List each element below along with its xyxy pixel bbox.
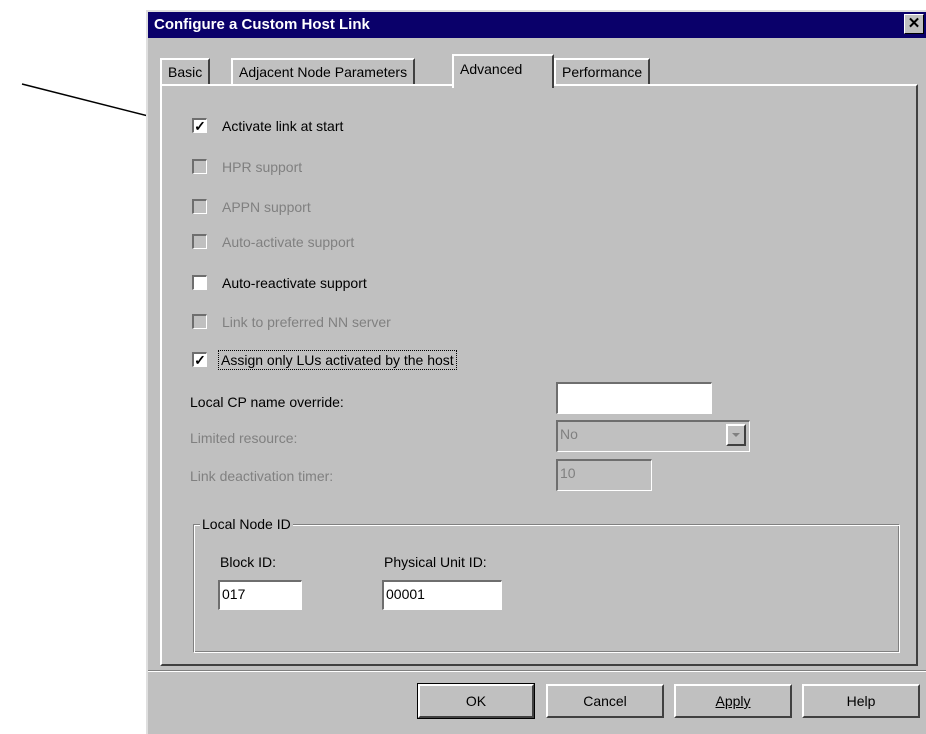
appn-support-checkbox[interactable] [192,199,207,214]
dialog-title: Configure a Custom Host Link [154,16,370,33]
cancel-button[interactable]: Cancel [546,684,664,718]
limited-resource-select[interactable]: No [556,420,750,452]
block-id-label: Block ID: [220,554,277,570]
appn-support-label: APPN support [222,199,311,215]
auto-reactivate-label: Auto-reactivate support [222,275,367,291]
chevron-down-icon [732,433,740,437]
button-separator [148,670,926,672]
activate-link-label: Activate link at start [222,118,344,134]
block-id-input[interactable]: 017 [218,580,302,610]
auto-reactivate-checkbox[interactable] [192,275,207,290]
assign-only-lus-label: Assign only LUs activated by the host [218,350,457,370]
physical-unit-id-label: Physical Unit ID: [384,554,487,570]
preferred-nn-server-label: Link to preferred NN server [222,314,391,330]
tab-basic[interactable]: Basic [160,58,211,84]
help-button[interactable]: Help [802,684,920,718]
tab-adjacent-node-parameters[interactable]: Adjacent Node Parameters [231,58,416,84]
link-deactivation-timer-input[interactable]: 10 [556,459,652,491]
physical-unit-id-input[interactable]: 00001 [382,580,502,610]
assign-only-lus-checkbox[interactable]: ✓ [192,352,207,367]
hpr-support-label: HPR support [222,159,303,175]
close-button[interactable]: ✕ [904,14,924,34]
local-node-id-legend: Local Node ID [200,516,293,532]
preferred-nn-server-checkbox[interactable] [192,314,207,329]
tab-advanced[interactable]: Advanced [452,54,554,88]
link-deactivation-timer-label: Link deactivation timer: [190,468,334,484]
activate-link-checkbox[interactable]: ✓ [192,118,207,133]
apply-button[interactable]: Apply [674,684,792,718]
tab-performance[interactable]: Performance [554,58,651,84]
limited-resource-label: Limited resource: [190,430,298,446]
auto-activate-checkbox[interactable] [192,234,207,249]
limited-resource-value: No [560,426,578,442]
dropdown-button[interactable] [726,424,746,446]
auto-activate-label: Auto-activate support [222,234,355,250]
local-cp-name-input[interactable] [556,382,712,414]
ok-button[interactable]: OK [417,683,535,719]
local-cp-label: Local CP name override: [190,394,344,410]
hpr-support-checkbox[interactable] [192,159,207,174]
